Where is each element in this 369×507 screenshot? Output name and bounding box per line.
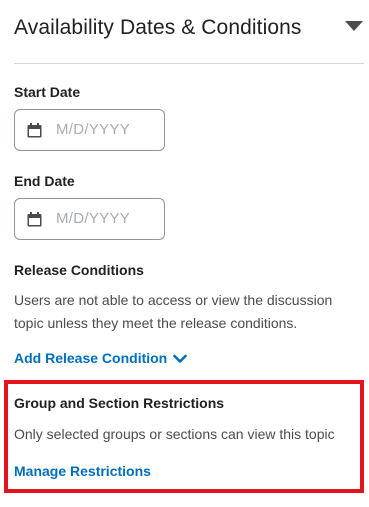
collapse-toggle[interactable] (343, 18, 365, 34)
section-header: Availability Dates & Conditions (14, 12, 369, 48)
restrictions-label: Group and Section Restrictions (14, 395, 225, 411)
end-date-placeholder: M/D/YYYY (56, 210, 131, 227)
restrictions-description: Only selected groups or sections can vie… (14, 426, 335, 442)
end-date-label: End Date (14, 173, 75, 189)
release-conditions-description: Users are not able to access or view the… (14, 292, 333, 331)
calendar-icon (27, 123, 42, 138)
start-date-input[interactable]: M/D/YYYY (14, 109, 165, 151)
add-release-condition-label: Add Release Condition (14, 350, 168, 366)
release-conditions-label: Release Conditions (14, 262, 144, 278)
chevron-down-icon (173, 354, 188, 364)
triangle-down-icon (345, 21, 363, 31)
section-title: Availability Dates & Conditions (14, 16, 302, 39)
calendar-icon (27, 212, 42, 227)
end-date-input[interactable]: M/D/YYYY (14, 198, 165, 240)
header-divider (14, 63, 364, 64)
start-date-label: Start Date (14, 84, 81, 100)
manage-restrictions-link[interactable]: Manage Restrictions (14, 462, 151, 480)
start-date-placeholder: M/D/YYYY (56, 121, 131, 138)
availability-panel: Availability Dates & Conditions Start Da… (0, 0, 369, 507)
add-release-condition-button[interactable]: Add Release Condition (14, 349, 188, 367)
